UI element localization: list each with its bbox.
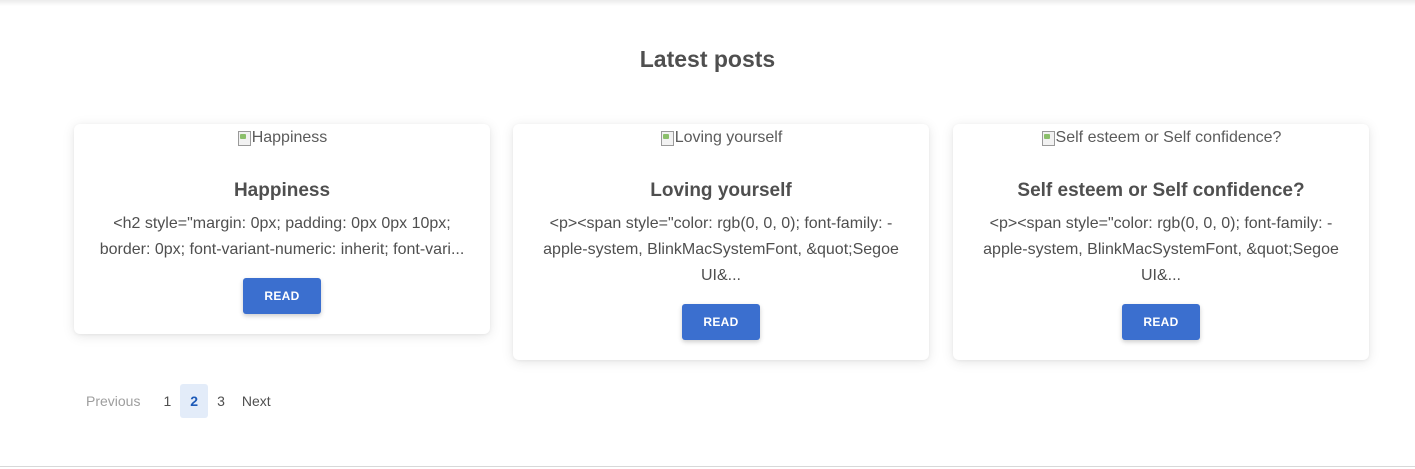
read-button[interactable]: READ [682,304,760,340]
post-image-alt: Loving yourself [674,129,783,146]
pagination: Previous 1 2 3 Next [78,383,279,419]
section-title: Latest posts [639,46,776,72]
post-title: Happiness [233,180,331,201]
post-image: Loving yourself [660,128,783,148]
broken-image-icon [237,130,251,146]
post-excerpt: <h2 style="margin: 0px; padding: 0px 0px… [99,215,465,258]
pagination-page-3[interactable]: 3 [208,384,234,418]
read-button[interactable]: READ [243,278,321,314]
post-title: Self esteem or Self confidence? [1017,180,1305,201]
pagination-next[interactable]: Next [234,384,279,418]
post-excerpt: <p><span style="color: rgb(0, 0, 0); fon… [983,215,1339,284]
footer-divider [0,466,1415,467]
post-image-alt: Self esteem or Self confidence? [1055,129,1282,146]
post-card: Happiness Happiness <h2 style="margin: 0… [74,124,490,334]
post-card: Loving yourself Loving yourself <p><span… [513,124,929,360]
pagination-page-2[interactable]: 2 [180,384,209,418]
broken-image-icon [660,130,674,146]
broken-image-icon [1041,130,1055,146]
read-button[interactable]: READ [1122,304,1200,340]
post-image: Self esteem or Self confidence? [1041,128,1282,148]
post-title: Loving yourself [650,180,792,201]
pagination-previous[interactable]: Previous [78,384,148,418]
post-image-alt: Happiness [251,129,328,146]
post-image: Happiness [237,128,328,148]
header-shadow [0,0,1415,6]
post-card: Self esteem or Self confidence? Self est… [953,124,1369,360]
post-excerpt: <p><span style="color: rgb(0, 0, 0); fon… [543,215,899,284]
pagination-page-1[interactable]: 1 [154,384,180,418]
